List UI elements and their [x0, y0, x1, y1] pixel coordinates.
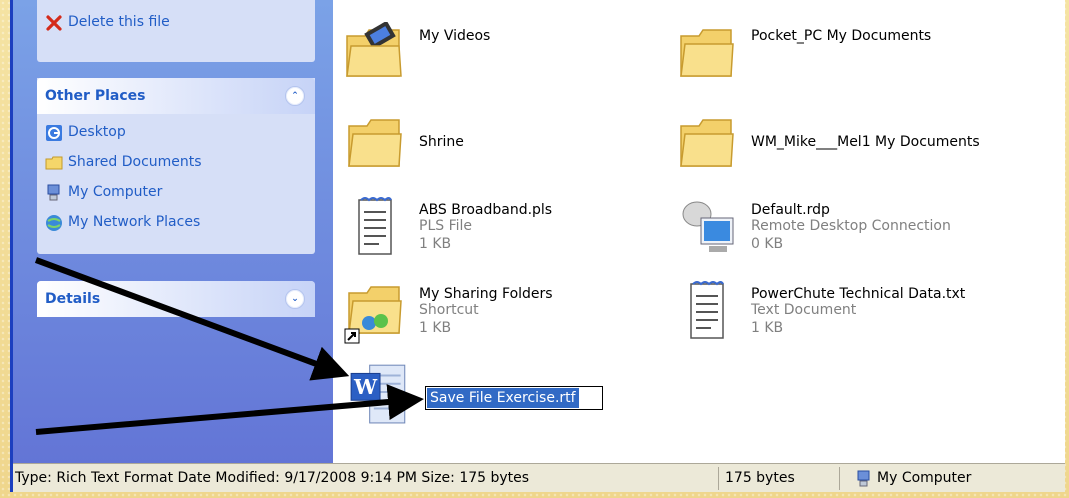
status-location: My Computer: [877, 470, 972, 486]
status-size: 175 bytes: [725, 470, 795, 486]
shared-folder-icon: [45, 156, 63, 170]
rename-input[interactable]: Save File Exercise.rtf: [425, 386, 603, 410]
place-desktop[interactable]: Desktop: [37, 118, 315, 148]
desktop-icon: [46, 125, 62, 141]
other-places-panel: Other Places ⌃ Desktop Shared Documents …: [37, 78, 315, 254]
details-panel: Details ⌄: [37, 281, 315, 317]
file-size: 0 KB: [751, 236, 784, 252]
collapse-up-icon[interactable]: ⌃: [285, 86, 305, 106]
task-pane: Delete this file Other Places ⌃ Desktop: [13, 0, 333, 463]
rename-selection: Save File Exercise.rtf: [427, 388, 579, 408]
file-name: My Sharing Folders: [419, 286, 553, 302]
selected-file-item[interactable]: W: [347, 356, 417, 424]
shared-folder-shortcut-icon: [344, 286, 402, 344]
status-separator: [718, 467, 719, 490]
place-label: My Network Places: [68, 214, 201, 230]
details-title: Details: [45, 291, 101, 307]
file-size: 1 KB: [419, 320, 452, 336]
delete-file-label: Delete this file: [68, 14, 170, 30]
place-my-computer[interactable]: My Computer: [37, 178, 315, 208]
place-label: My Computer: [68, 184, 163, 200]
file-item[interactable]: Shrine: [343, 112, 663, 176]
explorer-window: Delete this file Other Places ⌃ Desktop: [10, 0, 1065, 492]
expand-down-icon[interactable]: ⌄: [285, 289, 305, 309]
place-label: Shared Documents: [68, 154, 202, 170]
file-tasks-panel: Delete this file: [37, 0, 315, 62]
status-separator: [839, 467, 840, 490]
network-icon: [46, 215, 62, 231]
file-name: PowerChute Technical Data.txt: [751, 286, 966, 302]
folder-icon: [680, 29, 734, 77]
other-places-header[interactable]: Other Places ⌃: [37, 78, 315, 114]
file-item[interactable]: Default.rdp Remote Desktop Connection 0 …: [675, 196, 1035, 260]
computer-icon: [857, 470, 870, 487]
file-name: WM_Mike___Mel1 My Documents: [751, 134, 980, 150]
file-size: 1 KB: [751, 320, 784, 336]
file-size: 1 KB: [419, 236, 452, 252]
place-shared-documents[interactable]: Shared Documents: [37, 148, 315, 178]
other-places-title: Other Places: [45, 88, 146, 104]
remote-desktop-icon: [682, 201, 734, 252]
file-item[interactable]: Pocket_PC My Documents: [675, 22, 1035, 86]
file-type: Remote Desktop Connection: [751, 218, 951, 234]
file-item[interactable]: My Videos: [343, 22, 663, 86]
status-bar: Type: Rich Text Format Date Modified: 9/…: [13, 463, 1065, 492]
file-item[interactable]: PowerChute Technical Data.txt Text Docum…: [675, 280, 1035, 344]
delete-icon: [46, 15, 62, 31]
file-item[interactable]: My Sharing Folders Shortcut 1 KB: [343, 280, 663, 344]
file-type: PLS File: [419, 218, 473, 234]
file-name: ABS Broadband.pls: [419, 202, 553, 218]
text-file-icon: [690, 281, 724, 339]
details-header[interactable]: Details ⌄: [37, 281, 315, 317]
file-type: Text Document: [751, 302, 857, 318]
file-item[interactable]: WM_Mike___Mel1 My Documents: [675, 112, 1055, 176]
place-my-network-places[interactable]: My Network Places: [37, 208, 315, 238]
word-document-icon: W: [350, 364, 406, 424]
file-name: My Videos: [419, 28, 491, 44]
delete-file-task[interactable]: Delete this file: [37, 8, 315, 38]
computer-icon: [47, 184, 60, 201]
file-name: Default.rdp: [751, 202, 830, 218]
place-label: Desktop: [68, 124, 126, 140]
file-item[interactable]: ABS Broadband.pls PLS File 1 KB: [343, 196, 663, 260]
folder-icon: [348, 119, 402, 167]
file-name: Pocket_PC My Documents: [751, 28, 932, 44]
status-file-info: Type: Rich Text Format Date Modified: 9/…: [15, 470, 530, 486]
file-name: Shrine: [419, 134, 464, 150]
folder-icon: [680, 119, 734, 167]
video-folder-icon: [346, 22, 402, 77]
file-type: Shortcut: [419, 302, 479, 318]
text-file-icon: [358, 197, 392, 255]
svg-text:W: W: [353, 375, 378, 399]
